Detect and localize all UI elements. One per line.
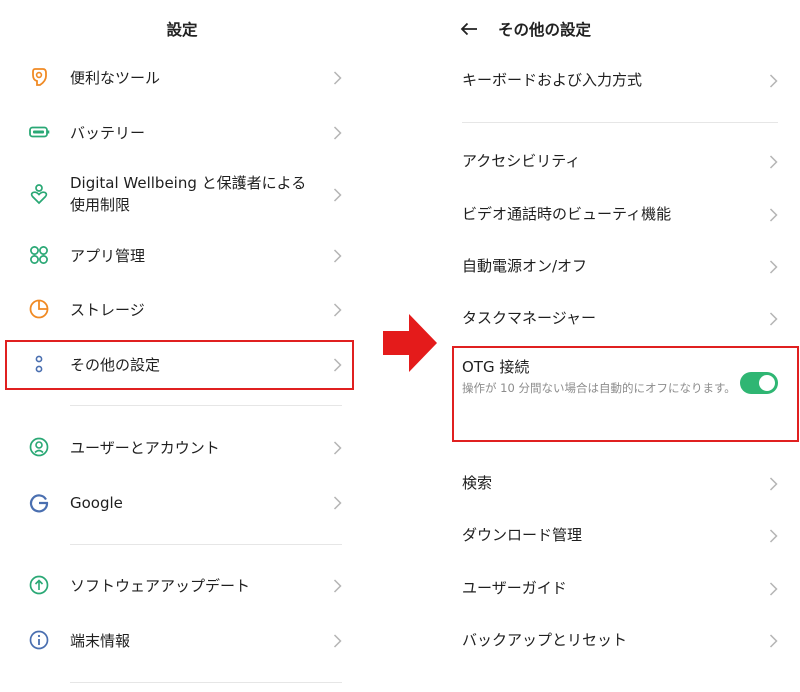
apps-icon: [28, 244, 50, 266]
google-icon: [28, 491, 50, 513]
settings-item-tools[interactable]: 便利なツール: [0, 66, 364, 90]
settings-item-label: Digital Wellbeing と保護者による: [70, 174, 307, 192]
settings-screen: 設定 便利なツール バッテリー Digital Wellbeing と保護者によ…: [0, 0, 364, 692]
settings-item-video-beauty[interactable]: ビデオ通話時のビューティ機能: [446, 203, 800, 227]
chevron-right-icon: [769, 477, 778, 491]
highlight-box: [5, 340, 354, 390]
chevron-right-icon: [333, 303, 342, 317]
settings-item-accessibility[interactable]: アクセシビリティ: [446, 150, 800, 174]
settings-item-label: 検索: [462, 474, 493, 492]
settings-item-label: タスクマネージャー: [462, 309, 596, 327]
arrow-right-icon: [383, 314, 437, 372]
settings-item-label: ソフトウェアアップデート: [70, 577, 251, 595]
info-icon: [28, 629, 50, 651]
settings-item-label: キーボードおよび入力方式: [462, 71, 643, 89]
chevron-right-icon: [333, 634, 342, 648]
user-accounts-icon: [28, 436, 50, 458]
divider: [462, 122, 778, 123]
settings-item-label: ビデオ通話時のビューティ機能: [462, 205, 672, 223]
highlight-box: [452, 346, 799, 442]
settings-item-label: バックアップとリセット: [462, 631, 628, 649]
chevron-right-icon: [769, 74, 778, 88]
settings-item-label: ダウンロード管理: [462, 526, 583, 544]
chevron-right-icon: [769, 312, 778, 326]
settings-item-label: アクセシビリティ: [462, 152, 581, 170]
settings-item-download-manager[interactable]: ダウンロード管理: [446, 524, 800, 548]
settings-item-device-info[interactable]: 端末情報: [0, 629, 364, 653]
settings-item-google[interactable]: Google: [0, 491, 364, 515]
chevron-right-icon: [333, 71, 342, 85]
chevron-right-icon: [769, 634, 778, 648]
tools-icon: [28, 66, 50, 88]
settings-item-search[interactable]: 検索: [446, 472, 800, 496]
settings-item-label: ストレージ: [70, 301, 145, 319]
settings-item-label: ユーザーガイド: [462, 579, 567, 597]
page-title: その他の設定: [498, 21, 592, 39]
software-update-icon: [28, 574, 50, 596]
settings-item-label: アプリ管理: [70, 247, 146, 265]
settings-item-task-manager[interactable]: タスクマネージャー: [446, 307, 800, 331]
divider: [70, 405, 342, 406]
settings-item-battery[interactable]: バッテリー: [0, 121, 364, 145]
settings-item-app-management[interactable]: アプリ管理: [0, 244, 364, 268]
page-title: 設定: [166, 21, 198, 39]
chevron-right-icon: [333, 188, 342, 202]
settings-item-label: 端末情報: [70, 632, 131, 650]
chevron-right-icon: [333, 126, 342, 140]
settings-item-backup-reset[interactable]: バックアップとリセット: [446, 629, 800, 653]
settings-item-label-line2: 使用制限: [70, 196, 131, 214]
settings-item-digital-wellbeing[interactable]: Digital Wellbeing と保護者による 使用制限: [0, 172, 364, 218]
chevron-right-icon: [333, 496, 342, 510]
settings-item-software-update[interactable]: ソフトウェアアップデート: [0, 574, 364, 598]
settings-item-label: バッテリー: [70, 124, 146, 142]
chevron-right-icon: [333, 249, 342, 263]
back-arrow-icon[interactable]: [460, 22, 478, 36]
settings-item-users-accounts[interactable]: ユーザーとアカウント: [0, 436, 364, 460]
storage-icon: [28, 298, 50, 320]
chevron-right-icon: [333, 441, 342, 455]
settings-item-auto-power[interactable]: 自動電源オン/オフ: [446, 255, 800, 279]
settings-item-label: Google: [70, 494, 123, 512]
settings-item-label: 便利なツール: [70, 69, 161, 87]
settings-item-label: 自動電源オン/オフ: [462, 257, 588, 275]
other-settings-screen: その他の設定 キーボードおよび入力方式 アクセシビリティ ビデオ通話時のビューテ…: [446, 0, 800, 692]
battery-icon: [28, 121, 50, 143]
divider: [70, 544, 342, 545]
settings-item-user-guide[interactable]: ユーザーガイド: [446, 577, 800, 601]
chevron-right-icon: [769, 155, 778, 169]
settings-item-storage[interactable]: ストレージ: [0, 298, 364, 322]
settings-item-keyboard[interactable]: キーボードおよび入力方式: [446, 69, 800, 93]
chevron-right-icon: [769, 582, 778, 596]
wellbeing-icon: [28, 183, 50, 205]
chevron-right-icon: [769, 208, 778, 222]
chevron-right-icon: [769, 260, 778, 274]
chevron-right-icon: [333, 579, 342, 593]
divider: [70, 682, 342, 683]
settings-item-label: ユーザーとアカウント: [70, 439, 220, 457]
chevron-right-icon: [769, 529, 778, 543]
